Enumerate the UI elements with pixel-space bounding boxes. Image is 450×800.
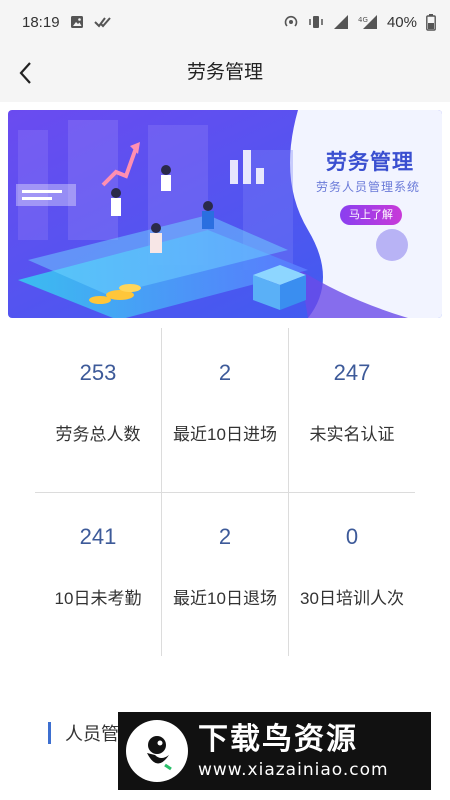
signal-4g-icon: 4G bbox=[358, 14, 378, 30]
stat-value: 0 bbox=[345, 524, 359, 549]
vibrate-icon bbox=[308, 14, 324, 30]
stat-value: 241 bbox=[79, 524, 117, 549]
stat-value: 253 bbox=[79, 360, 117, 385]
stat-total-workers[interactable]: 253 劳务总人数 bbox=[35, 328, 161, 492]
status-left: 18:19 bbox=[22, 14, 112, 31]
status-bar: 18:19 4G 40% bbox=[0, 0, 450, 44]
back-button[interactable] bbox=[10, 56, 40, 90]
stat-value: 247 bbox=[333, 360, 371, 385]
signal-icon bbox=[333, 14, 349, 30]
chevron-left-icon bbox=[19, 62, 31, 84]
stat-unverified[interactable]: 247 未实名认证 bbox=[289, 328, 415, 492]
watermark-text: 下载鸟资源 www.xiazainiao.com bbox=[198, 722, 389, 780]
stat-recent-exits[interactable]: 2 最近10日退场 bbox=[162, 492, 288, 656]
stat-label: 劳务总人数 bbox=[55, 425, 141, 444]
watermark-url: www.xiazainiao.com bbox=[198, 760, 389, 780]
learn-more-button[interactable]: 马上了解 bbox=[340, 205, 402, 225]
bird-logo-icon bbox=[126, 720, 188, 782]
stat-label: 最近10日进场 bbox=[173, 425, 277, 444]
banner-subtitle: 劳务人员管理系统 bbox=[316, 180, 421, 194]
section-title: 人员管 bbox=[65, 724, 119, 744]
nav-bar: 劳务管理 bbox=[0, 44, 450, 102]
watermark-title: 下载鸟资源 bbox=[198, 723, 358, 756]
battery-icon bbox=[426, 13, 436, 31]
stat-no-attendance[interactable]: 241 10日未考勤 bbox=[35, 492, 161, 656]
banner-title: 劳务管理 bbox=[326, 151, 414, 174]
section-accent-bar bbox=[48, 722, 51, 744]
battery-percent: 40% bbox=[386, 13, 417, 31]
network-label: 4G bbox=[358, 16, 368, 24]
stat-label: 10日未考勤 bbox=[54, 589, 142, 608]
stat-value: 2 bbox=[218, 524, 232, 549]
hotspot-icon bbox=[283, 14, 299, 30]
status-time: 18:19 bbox=[22, 13, 60, 31]
check-double-icon bbox=[93, 15, 112, 29]
stats-grid: 253 劳务总人数 2 最近10日进场 247 未实名认证 241 10日未考勤… bbox=[35, 328, 415, 656]
banner[interactable]: 劳务管理 劳务人员管理系统 马上了解 bbox=[8, 110, 442, 318]
page-title: 劳务管理 bbox=[186, 62, 263, 83]
stat-label: 30日培训人次 bbox=[300, 589, 404, 608]
stat-label: 最近10日退场 bbox=[173, 589, 277, 608]
gallery-icon bbox=[70, 15, 84, 29]
stat-value: 2 bbox=[218, 360, 232, 385]
stat-label: 未实名认证 bbox=[309, 425, 395, 444]
stat-training[interactable]: 0 30日培训人次 bbox=[289, 492, 415, 656]
stat-recent-entries[interactable]: 2 最近10日进场 bbox=[162, 328, 288, 492]
section-header: 人员管 bbox=[48, 718, 119, 748]
watermark: 下载鸟资源 www.xiazainiao.com bbox=[118, 712, 431, 790]
status-right: 4G 40% bbox=[283, 13, 436, 31]
